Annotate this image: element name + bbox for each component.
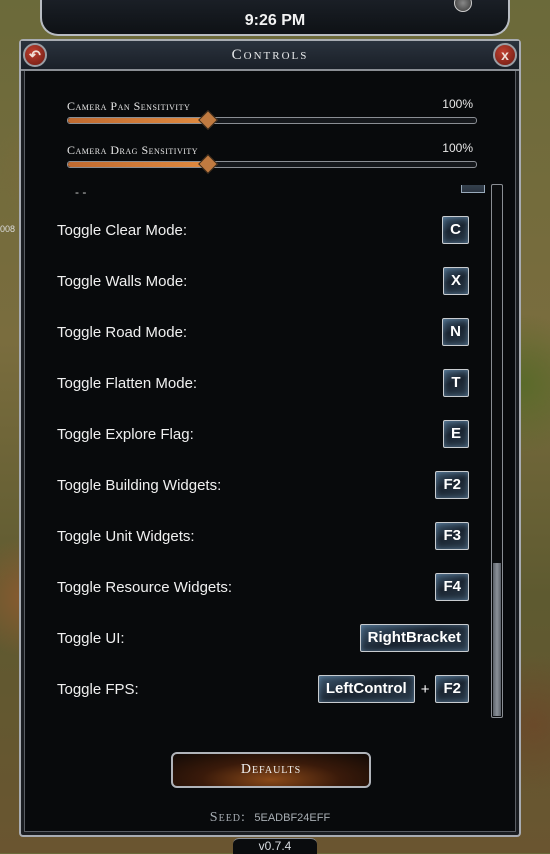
partial-row-label: - - xyxy=(75,185,87,199)
key-button[interactable]: F2 xyxy=(435,471,469,499)
binding-row-unit-widgets: Toggle Unit Widgets: F3 xyxy=(57,522,469,552)
binding-label: Toggle Clear Mode: xyxy=(57,222,188,239)
binding-row-toggle-ui: Toggle UI: RightBracket xyxy=(57,624,469,654)
ornament-orb-icon xyxy=(454,0,472,12)
binding-label: Toggle UI: xyxy=(57,630,125,647)
slider-track[interactable] xyxy=(67,154,477,174)
slider-track[interactable] xyxy=(67,110,477,130)
binding-row-clear-mode: Toggle Clear Mode: C xyxy=(57,216,469,246)
slider-fill xyxy=(68,118,207,123)
close-x-icon: x xyxy=(501,47,509,63)
controls-panel: ↶ Controls x Camera Pan Sensitivity 100%… xyxy=(19,39,521,837)
binding-row-flatten-mode: Toggle Flatten Mode: T xyxy=(57,369,469,399)
slider-value: 100% xyxy=(442,97,473,111)
close-button[interactable]: x xyxy=(493,43,517,67)
scrollbar[interactable] xyxy=(491,184,503,718)
partial-key-button[interactable] xyxy=(461,185,485,193)
binding-row-road-mode: Toggle Road Mode: N xyxy=(57,318,469,348)
key-button[interactable]: RightBracket xyxy=(359,624,469,652)
key-button[interactable]: F2 xyxy=(435,675,469,703)
version-label: v0.7.4 xyxy=(233,838,317,854)
slider-thumb[interactable] xyxy=(197,110,218,130)
key-button[interactable]: F3 xyxy=(435,522,469,550)
binding-row-walls-mode: Toggle Walls Mode: X xyxy=(57,267,469,297)
slider-label: Camera Drag Sensitivity xyxy=(67,143,199,157)
binding-row-building-widgets: Toggle Building Widgets: F2 xyxy=(57,471,469,501)
binding-row-resource-widgets: Toggle Resource Widgets: F4 xyxy=(57,573,469,603)
window-title: Controls xyxy=(231,47,309,63)
seed-value: 5EADBF24EFF xyxy=(254,812,331,824)
background-edge-text: 008 xyxy=(0,224,16,234)
slider-value: 100% xyxy=(442,141,473,155)
key-button[interactable]: E xyxy=(442,420,469,448)
seed-line: Seed: 5EADBF24EFF xyxy=(21,808,519,826)
key-separator: + xyxy=(420,680,430,698)
slider-label: Camera Pan Sensitivity xyxy=(67,99,191,113)
key-button[interactable]: F4 xyxy=(435,573,469,601)
camera-drag-slider[interactable]: Camera Drag Sensitivity 100% xyxy=(67,141,477,185)
key-button[interactable]: T xyxy=(443,369,469,397)
sensitivity-sliders: Camera Pan Sensitivity 100% Camera Drag … xyxy=(67,97,477,185)
binding-row-toggle-fps: Toggle FPS: LeftControl + F2 xyxy=(57,675,469,705)
scrollbar-thumb[interactable] xyxy=(493,563,501,716)
key-button[interactable]: C xyxy=(442,216,469,244)
clock-plate: 9:26 PM xyxy=(40,0,510,36)
binding-label: Toggle FPS: xyxy=(57,681,139,698)
binding-label: Toggle Explore Flag: xyxy=(57,426,194,443)
title-bar: ↶ Controls x xyxy=(21,41,519,71)
binding-label: Toggle Building Widgets: xyxy=(57,477,222,494)
camera-pan-slider[interactable]: Camera Pan Sensitivity 100% xyxy=(67,97,477,141)
defaults-button[interactable]: Defaults xyxy=(171,752,371,788)
key-button[interactable]: LeftControl xyxy=(317,675,415,703)
binding-label: Toggle Resource Widgets: xyxy=(57,579,233,596)
slider-fill xyxy=(68,162,207,167)
binding-label: Toggle Unit Widgets: xyxy=(57,528,195,545)
key-button[interactable]: X xyxy=(442,267,469,295)
slider-thumb[interactable] xyxy=(197,154,218,174)
key-button[interactable]: N xyxy=(442,318,469,346)
binding-label: Toggle Road Mode: xyxy=(57,324,188,341)
binding-row-explore-flag: Toggle Explore Flag: E xyxy=(57,420,469,450)
binding-label: Toggle Flatten Mode: xyxy=(57,375,198,392)
binding-label: Toggle Walls Mode: xyxy=(57,273,188,290)
keybinding-list: - - Toggle Clear Mode: C Toggle Walls Mo… xyxy=(51,185,491,717)
seed-label: Seed: xyxy=(209,810,246,825)
clock: 9:26 PM xyxy=(244,12,306,29)
